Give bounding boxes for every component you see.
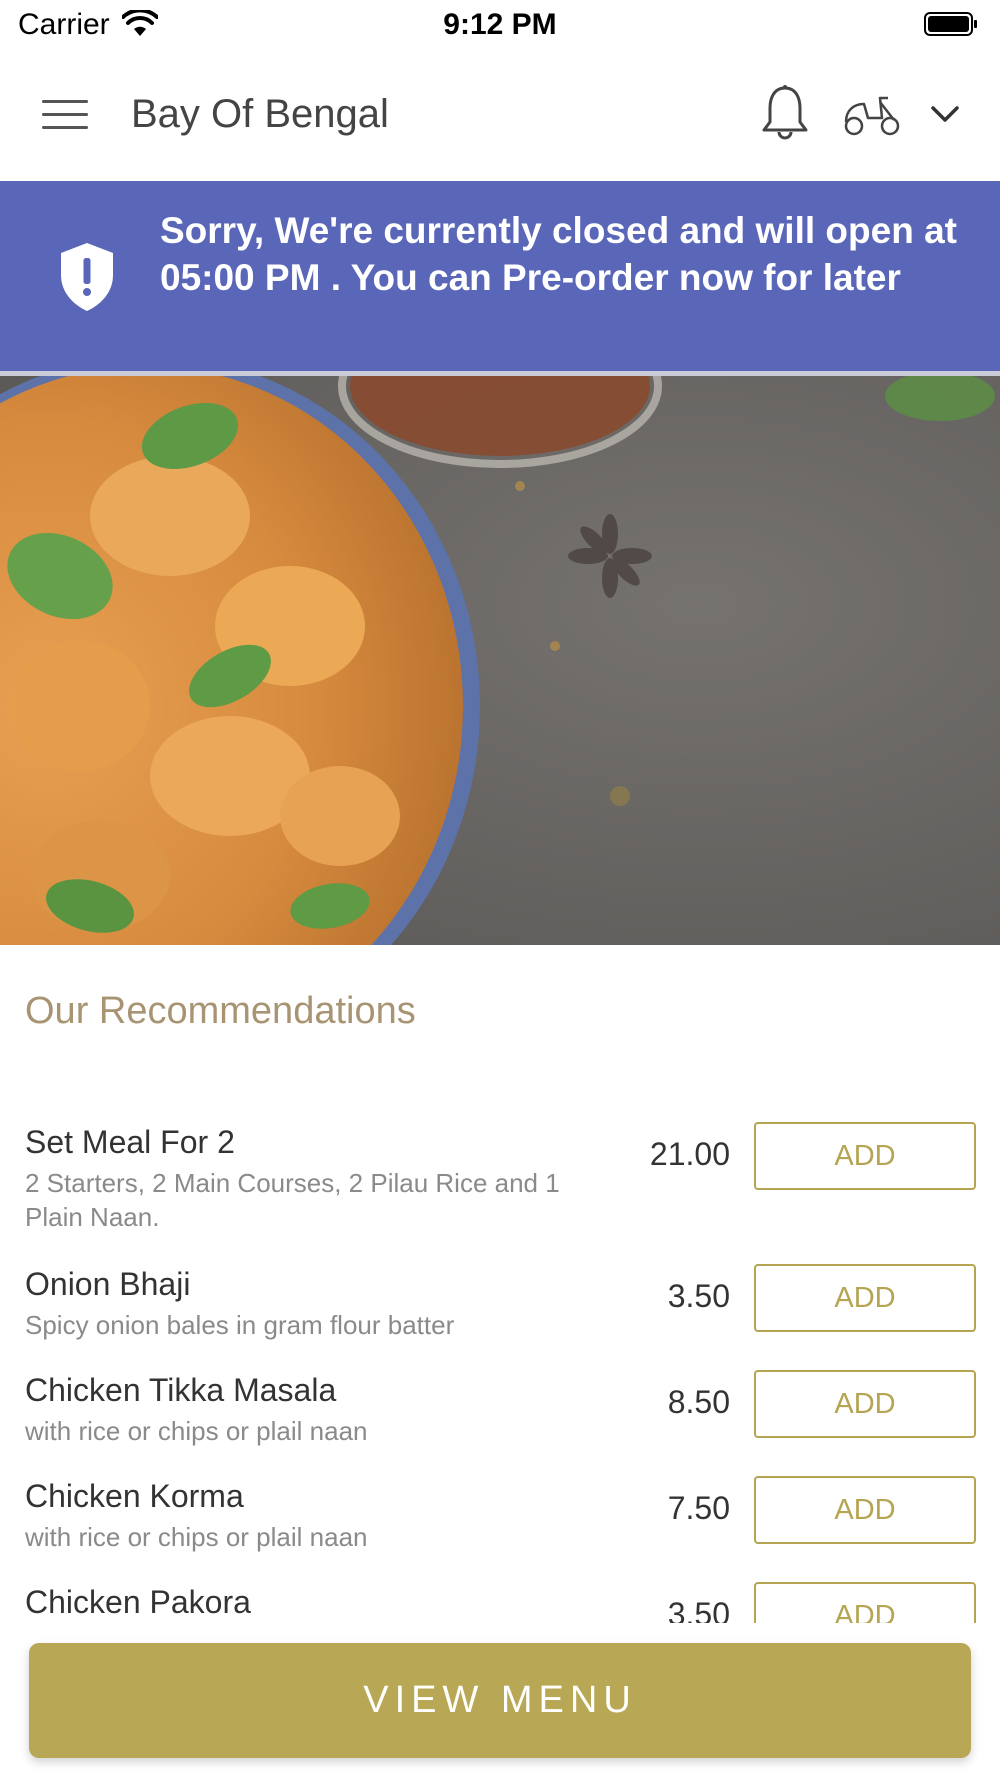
item-description: Spicy onion bales in gram flour batter — [25, 1310, 455, 1340]
bell-icon[interactable] — [760, 84, 810, 140]
recommendations-list: Set Meal For 2 2 Starters, 2 Main Course… — [0, 1110, 1000, 1623]
item-price: 21.00 — [649, 1136, 730, 1172]
recommendations-title: Our Recommendations — [25, 990, 416, 1032]
add-button[interactable]: ADD — [754, 1264, 976, 1332]
item-name: Set Meal For 2 — [25, 1124, 235, 1160]
add-button[interactable]: ADD — [754, 1122, 976, 1190]
curry-photo — [0, 376, 1000, 945]
item-name: Chicken Korma — [25, 1478, 244, 1514]
item-price: 8.50 — [667, 1384, 730, 1420]
view-menu-button[interactable]: VIEW MENU — [29, 1643, 971, 1758]
item-name: Chicken Tikka Masala — [25, 1372, 337, 1408]
chevron-down-icon[interactable] — [928, 102, 962, 126]
item-description: with rice or chips or plail naan — [25, 1522, 368, 1552]
scooter-icon[interactable] — [842, 92, 902, 136]
hamburger-menu-icon[interactable] — [42, 100, 88, 130]
store-closed-banner: Sorry, We're currently closed and will o… — [0, 181, 1000, 376]
item-description: with rice or chips or plail naan — [25, 1416, 368, 1446]
app-header: Bay Of Bengal — [0, 48, 1000, 180]
clock: 9:12 PM — [443, 8, 557, 41]
add-button[interactable]: ADD — [754, 1476, 976, 1544]
status-bar: Carrier 9:12 PM — [0, 0, 1000, 48]
add-button[interactable]: ADD — [754, 1582, 976, 1623]
item-price: 3.50 — [667, 1278, 730, 1314]
item-name: Chicken Pakora — [25, 1584, 251, 1620]
hero-food-image — [0, 376, 1000, 945]
item-name: Onion Bhaji — [25, 1266, 191, 1302]
item-price: 7.50 — [667, 1490, 730, 1526]
battery-icon — [924, 12, 977, 36]
item-price: 3.50 — [667, 1596, 730, 1623]
banner-message: Sorry, We're currently closed and will o… — [160, 210, 957, 298]
item-description: 2 Starters, 2 Main Courses, 2 Pilau Rice… — [25, 1168, 560, 1232]
page-title: Bay Of Bengal — [131, 92, 389, 136]
shield-alert-icon — [61, 243, 113, 311]
add-button[interactable]: ADD — [754, 1370, 976, 1438]
